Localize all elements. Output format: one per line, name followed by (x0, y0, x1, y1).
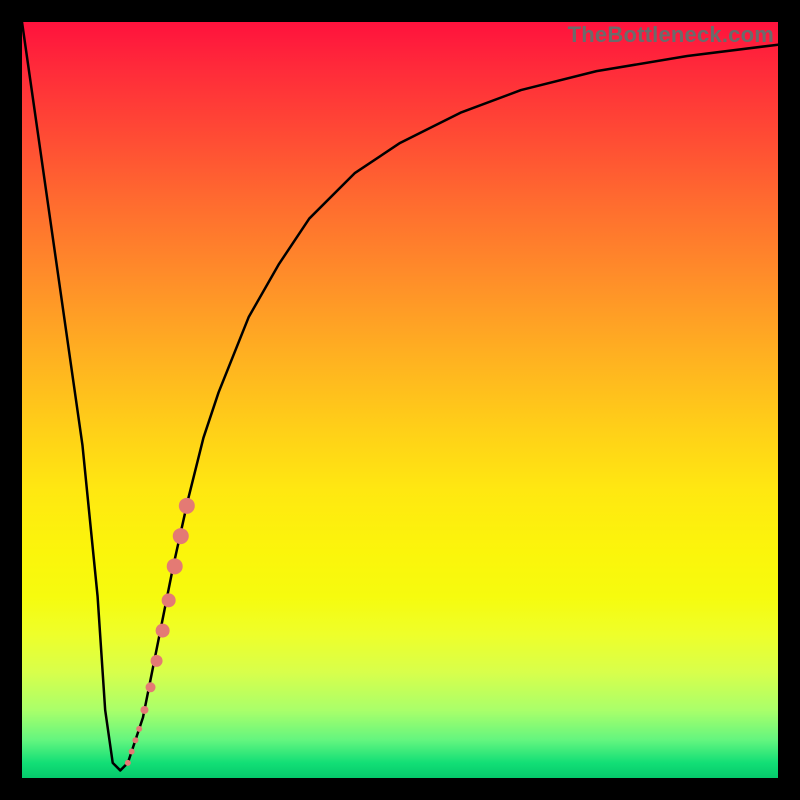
sample-dot (136, 726, 142, 732)
sample-dot (132, 737, 138, 743)
sample-dot (179, 498, 195, 514)
chart-svg (22, 22, 778, 778)
sample-dot (140, 706, 148, 714)
sample-dot (156, 624, 170, 638)
sample-dot (162, 593, 176, 607)
sample-dot (151, 655, 163, 667)
plot-area: TheBottleneck.com (22, 22, 778, 778)
sample-dot (125, 760, 131, 766)
sample-dot (129, 749, 135, 755)
sample-dot (167, 558, 183, 574)
bottleneck-curve (22, 22, 778, 770)
sample-dot (173, 528, 189, 544)
sample-dot (146, 682, 156, 692)
chart-frame: TheBottleneck.com (0, 0, 800, 800)
